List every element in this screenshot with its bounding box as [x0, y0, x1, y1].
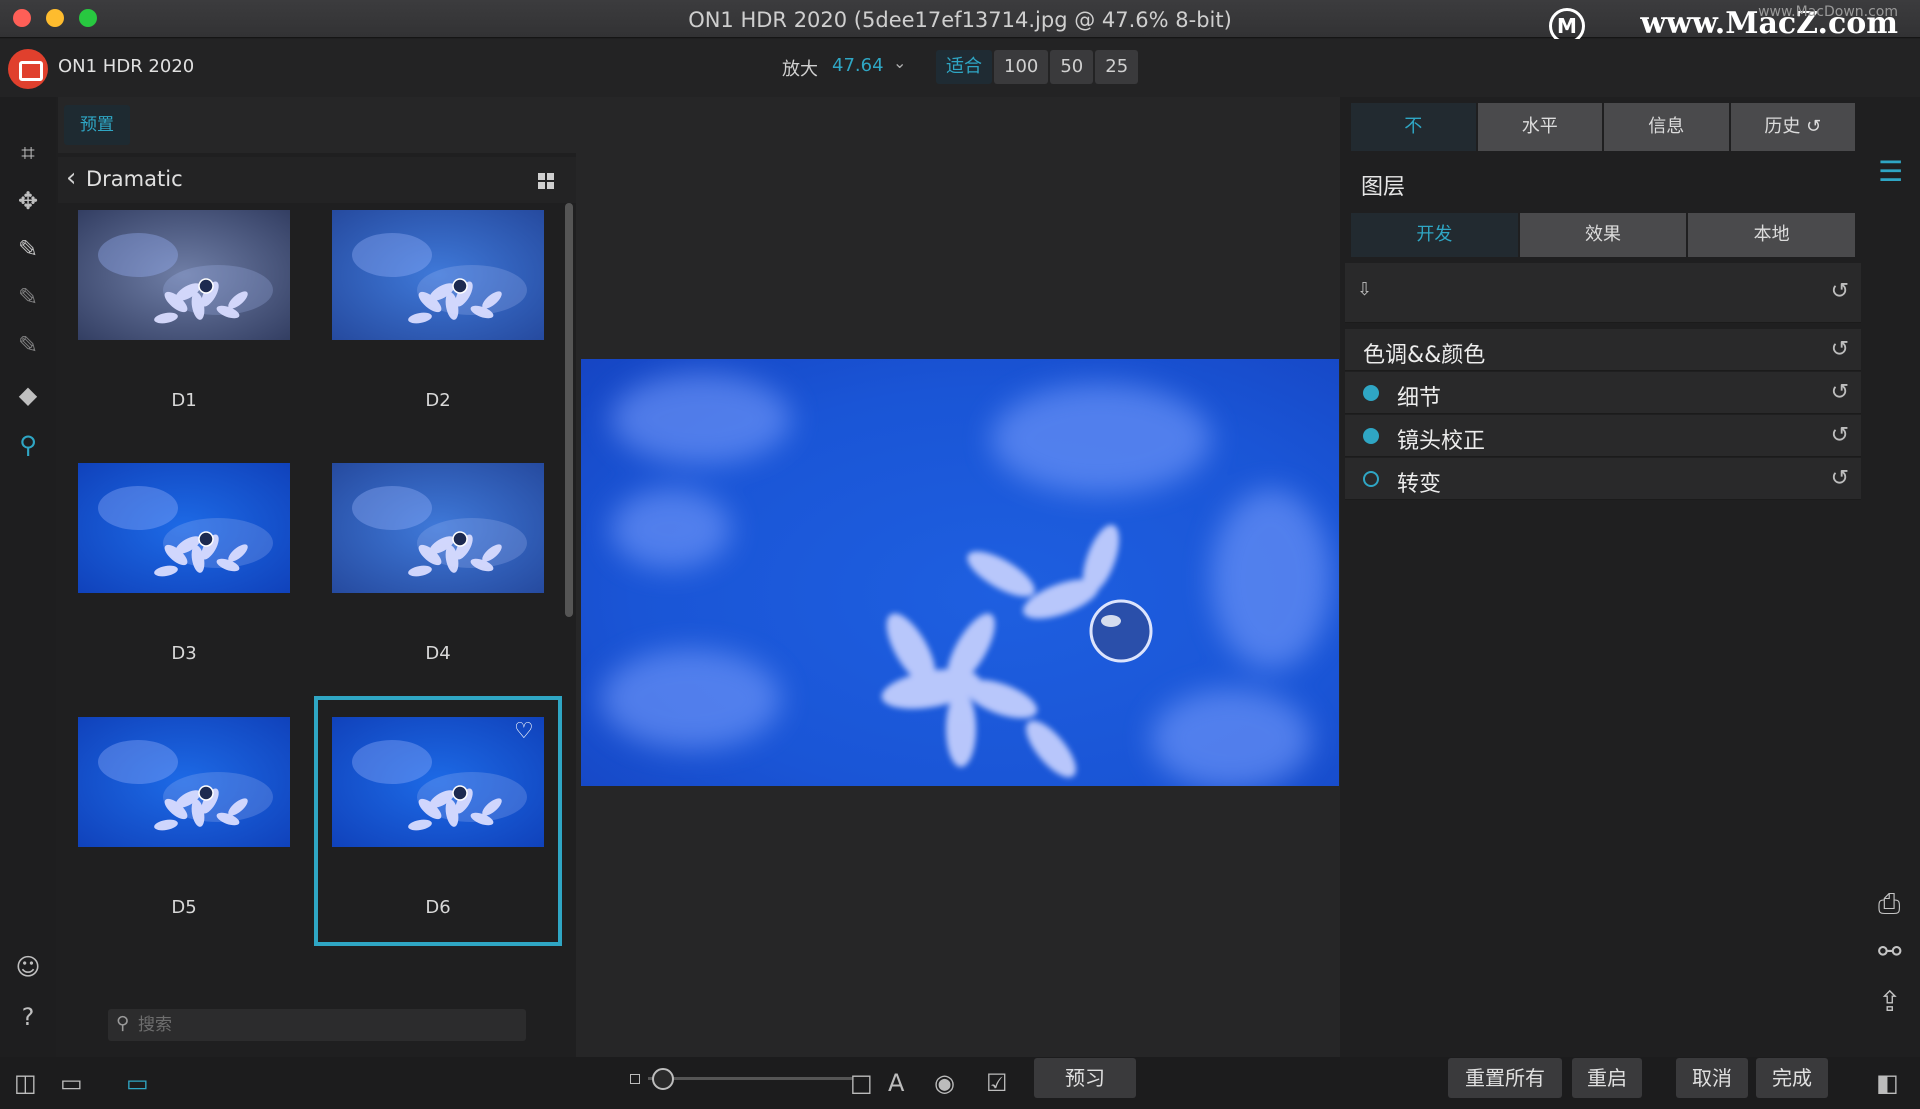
- tab-presets[interactable]: 预置: [64, 105, 130, 145]
- app-name: ON1 HDR 2020: [58, 56, 195, 77]
- section-row[interactable]: 转变 ↺: [1345, 458, 1861, 500]
- section-label: 转变: [1397, 472, 1442, 497]
- heart-icon[interactable]: ♡: [514, 719, 534, 744]
- zoom-label: 放大: [782, 59, 818, 80]
- brush-size-slider[interactable]: [648, 1077, 852, 1080]
- window-title: ON1 HDR 2020 (5dee17ef13714.jpg @ 47.6% …: [688, 8, 1232, 32]
- preset-label: D2: [425, 390, 451, 411]
- layers-title: 图层: [1361, 175, 1406, 200]
- watermark-subtext: www.MacDown.com: [1758, 4, 1898, 20]
- disabled-dot-icon[interactable]: [1363, 471, 1379, 487]
- user-icon[interactable]: ☺: [12, 951, 44, 983]
- section-label: 色调&&颜色: [1363, 343, 1486, 368]
- import-row: ⇩ ↺: [1345, 263, 1861, 323]
- tab-info[interactable]: 信息: [1604, 103, 1729, 151]
- preset-thumb-d1[interactable]: [78, 210, 290, 340]
- tab-none[interactable]: 不: [1351, 103, 1476, 151]
- tool-strip: ⌗ ✥ ✎ ✎ ✎ ◆ ⚲ ☺ ?: [0, 97, 56, 1057]
- search-icon: ⚲: [116, 1013, 130, 1034]
- tab-history[interactable]: 历史 ↺: [1730, 103, 1855, 151]
- enabled-dot-icon[interactable]: [1363, 385, 1379, 401]
- move-icon[interactable]: ✥: [12, 185, 44, 217]
- share-icon[interactable]: ⚯: [1878, 935, 1901, 968]
- check-mask-icon[interactable]: ☑: [986, 1069, 1008, 1097]
- panel-toggle-icon[interactable]: ◫: [14, 1069, 37, 1097]
- zoom-value[interactable]: 47.64: [832, 55, 884, 76]
- preset-label: D4: [425, 643, 451, 664]
- tab-level[interactable]: 水平: [1477, 103, 1602, 151]
- panel-right-toggle-icon[interactable]: ◧: [1876, 1069, 1899, 1097]
- title-bar: ON1 HDR 2020 (5dee17ef13714.jpg @ 47.6% …: [0, 0, 1920, 44]
- zoom-fit-button[interactable]: 适合: [936, 50, 992, 84]
- top-toolbar: ON1 HDR 2020 放大 47.64 ⌄ 适合 100 50 25: [0, 39, 1920, 97]
- small-preview-icon: [630, 1074, 640, 1084]
- breadcrumb: ‹ Dramatic: [58, 157, 576, 203]
- preset-thumb-d2[interactable]: [332, 210, 544, 340]
- preset-thumb-d6[interactable]: [332, 717, 544, 847]
- preset-search: ⚲: [108, 1009, 526, 1041]
- reset-icon[interactable]: ↺: [1831, 279, 1849, 304]
- masking-brush-icon[interactable]: ✎: [12, 281, 44, 313]
- preset-panel: 预置 ‹ Dramatic D1 D2 D3 D4 D5 ♡ D6 ⚲ 搜索: [58, 97, 576, 1057]
- section-label: 镜头校正: [1397, 429, 1486, 454]
- section-row[interactable]: 细节 ↺: [1345, 372, 1861, 414]
- brush-icon[interactable]: ✎: [12, 233, 44, 265]
- back-chevron-icon[interactable]: ‹: [66, 163, 76, 193]
- zoom-hand-icon[interactable]: ⚲: [12, 429, 44, 461]
- right-icon-strip: ☰ ⎙ ⚯ ⇪: [1866, 97, 1920, 1057]
- zoom-50-button[interactable]: 50: [1050, 50, 1094, 84]
- text-mask-icon[interactable]: A: [888, 1069, 904, 1097]
- preset-label: D3: [171, 643, 197, 664]
- import-icon[interactable]: ⇩: [1357, 279, 1372, 300]
- preset-thumb-d5[interactable]: [78, 717, 290, 847]
- export-icon[interactable]: ⇪: [1878, 985, 1901, 1018]
- section-label: 细节: [1397, 386, 1442, 411]
- chevron-down-icon[interactable]: ⌄: [893, 53, 906, 72]
- reset-icon[interactable]: ↺: [1831, 380, 1849, 405]
- crop-icon[interactable]: ⌗: [12, 137, 44, 169]
- square-mask-icon[interactable]: □: [850, 1069, 873, 1097]
- preset-label: D1: [171, 390, 197, 411]
- print-icon[interactable]: ⎙: [1878, 887, 1900, 921]
- tab-develop[interactable]: 开发: [1351, 213, 1518, 257]
- preset-tabbar: 预置: [58, 97, 576, 153]
- zoom-100-button[interactable]: 100: [994, 50, 1049, 84]
- reset-icon[interactable]: ↺: [1831, 466, 1849, 491]
- slider-handle[interactable]: [652, 1068, 674, 1090]
- preset-thumb-d3[interactable]: [78, 463, 290, 593]
- reset-icon[interactable]: ↺: [1831, 423, 1849, 448]
- view-mode-icon[interactable]: ▭: [126, 1069, 149, 1097]
- display-mode-icon[interactable]: ▭: [60, 1069, 83, 1097]
- category-title[interactable]: Dramatic: [86, 167, 183, 191]
- develop-tabs: 开发 效果 本地: [1351, 213, 1856, 257]
- restart-button[interactable]: 重启: [1572, 1058, 1642, 1098]
- done-button[interactable]: 完成: [1756, 1058, 1828, 1098]
- main-photo[interactable]: [581, 359, 1339, 786]
- zoom-25-button[interactable]: 25: [1095, 50, 1139, 84]
- round-mask-icon[interactable]: ◉: [934, 1069, 955, 1097]
- help-icon[interactable]: ?: [12, 1001, 44, 1033]
- refine-brush-icon[interactable]: ✎: [12, 329, 44, 361]
- preset-label: D5: [171, 897, 197, 918]
- preset-label: D6: [425, 897, 451, 918]
- reset-all-button[interactable]: 重置所有: [1448, 1058, 1562, 1098]
- preview-button[interactable]: 预习: [1034, 1058, 1136, 1098]
- reset-icon[interactable]: ↺: [1831, 337, 1849, 362]
- preset-scrollbar[interactable]: [565, 203, 573, 617]
- section-row[interactable]: 色调&&颜色 ↺: [1345, 329, 1861, 371]
- section-row[interactable]: 镜头校正 ↺: [1345, 415, 1861, 457]
- search-input[interactable]: [138, 1011, 518, 1039]
- panel-tabs: 不 水平 信息 历史 ↺: [1351, 103, 1855, 151]
- preset-thumb-d4[interactable]: [332, 463, 544, 593]
- app-logo-icon[interactable]: [8, 49, 48, 89]
- eraser-icon[interactable]: ◆: [12, 379, 44, 411]
- sliders-icon[interactable]: ☰: [1878, 155, 1903, 188]
- cancel-button[interactable]: 取消: [1676, 1058, 1748, 1098]
- enabled-dot-icon[interactable]: [1363, 428, 1379, 444]
- tab-local[interactable]: 本地: [1688, 213, 1856, 257]
- grid-view-icon[interactable]: [538, 173, 554, 189]
- zoom-preset-group: 适合 100 50 25: [936, 50, 1139, 84]
- adjustments-panel: 不 水平 信息 历史 ↺ 图层 开发 效果 本地 ⇩ ↺ 色调&&颜色 ↺ 细节…: [1345, 97, 1861, 537]
- tab-effects[interactable]: 效果: [1519, 213, 1687, 257]
